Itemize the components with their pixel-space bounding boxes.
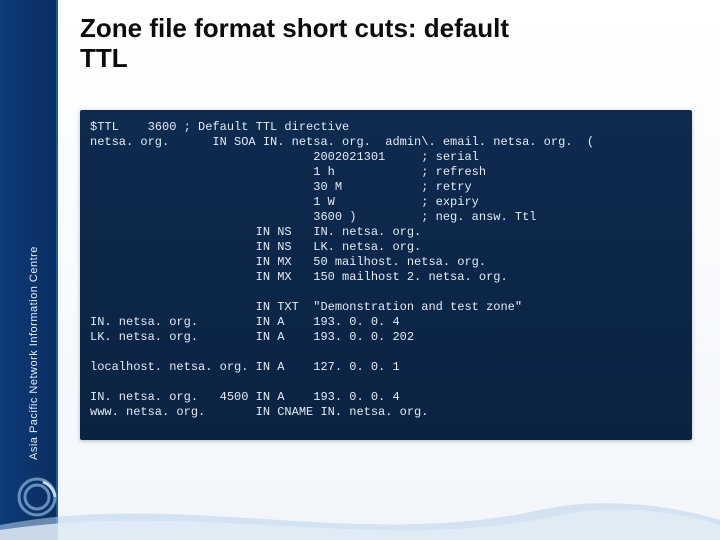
code-line: www. netsa. org. IN CNAME IN. netsa. org… (90, 405, 682, 420)
sidebar-org-text: Asia Pacific Network Information Centre (28, 246, 40, 460)
code-line: LK. netsa. org. IN A 193. 0. 0. 202 (90, 330, 682, 345)
wave-accent-icon (0, 480, 720, 540)
code-line: netsa. org. IN SOA IN. netsa. org. admin… (90, 135, 682, 150)
code-line (90, 375, 682, 390)
apnic-logo-label: APNIC (16, 524, 47, 534)
code-line (90, 285, 682, 300)
code-line: $TTL 3600 ; Default TTL directive (90, 120, 682, 135)
code-line: 3600 ) ; neg. answ. Ttl (90, 210, 682, 225)
slide-title-line2: TTL (80, 44, 680, 74)
slide-title-line1: Zone file format short cuts: default (80, 14, 680, 44)
code-line: 1 W ; expiry (90, 195, 682, 210)
slide-title: Zone file format short cuts: default TTL (80, 14, 680, 74)
code-line: IN. netsa. org. 4500 IN A 193. 0. 0. 4 (90, 390, 682, 405)
code-line: IN NS IN. netsa. org. (90, 225, 682, 240)
zone-file-code-block: $TTL 3600 ; Default TTL directive netsa.… (80, 110, 692, 440)
code-line: 2002021301 ; serial (90, 150, 682, 165)
slide: Asia Pacific Network Information Centre … (0, 0, 720, 540)
sidebar: Asia Pacific Network Information Centre (0, 0, 58, 540)
code-line: IN TXT "Demonstration and test zone" (90, 300, 682, 315)
code-line: IN MX 50 mailhost. netsa. org. (90, 255, 682, 270)
code-line: 30 M ; retry (90, 180, 682, 195)
apnic-logo-icon (14, 474, 60, 520)
code-line: localhost. netsa. org. IN A 127. 0. 0. 1 (90, 360, 682, 375)
code-line: IN NS LK. netsa. org. (90, 240, 682, 255)
code-line: IN. netsa. org. IN A 193. 0. 0. 4 (90, 315, 682, 330)
code-line: 1 h ; refresh (90, 165, 682, 180)
code-line: IN MX 150 mailhost 2. netsa. org. (90, 270, 682, 285)
code-line (90, 345, 682, 360)
